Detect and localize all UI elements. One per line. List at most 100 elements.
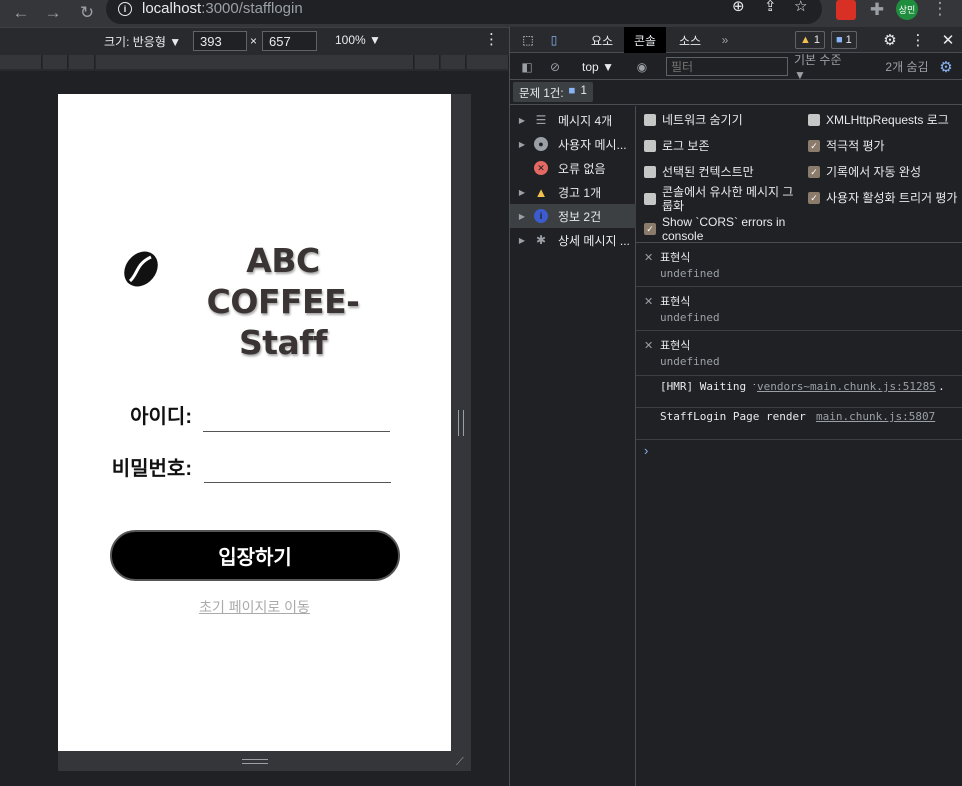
log-level-select[interactable]: 기본 수준 ▼	[794, 53, 856, 82]
clear-console-icon[interactable]: ⊘	[546, 53, 564, 80]
sidebar-item-warnings[interactable]: ▶ ▲ 경고 1개	[510, 180, 636, 204]
expression-label[interactable]: 표현식	[660, 337, 690, 353]
option-eager-eval[interactable]: ✓ 적극적 평가	[808, 139, 962, 153]
remove-expression-icon[interactable]: ✕	[644, 295, 653, 308]
live-expression[interactable]: ✕ 표현식 undefined	[636, 287, 962, 331]
checkbox[interactable]	[644, 193, 656, 205]
issues-button[interactable]: 문제 1건: ■ 1	[513, 82, 593, 102]
expression-label[interactable]: 표현식	[660, 249, 690, 265]
width-input[interactable]: 393	[193, 31, 247, 51]
sidebar-item-user-messages[interactable]: ▶ ● 사용자 메시...	[510, 132, 636, 156]
url-text[interactable]: localhost:3000/stafflogin	[142, 0, 303, 17]
corner-resize-icon[interactable]: ⟋	[456, 756, 464, 769]
sidebar-item-label: 정보 2건	[558, 209, 602, 224]
live-expression[interactable]: ✕ 표현식 undefined	[636, 331, 962, 376]
bookmark-star-icon[interactable]: ☆	[794, 0, 807, 15]
sidebar-item-label: 상세 메시지 ...	[558, 233, 630, 248]
resize-handle-bottom-icon[interactable]	[242, 759, 268, 764]
address-bar[interactable]: i localhost:3000/stafflogin ⊕ ⇪ ☆	[106, 0, 822, 24]
option-hide-network[interactable]: 네트워크 숨기기	[644, 113, 804, 127]
tab-console[interactable]: 콘솔	[624, 27, 666, 53]
inspect-element-icon[interactable]: ⬚	[518, 27, 538, 53]
more-tabs-icon[interactable]: »	[714, 27, 736, 53]
context-select[interactable]: top ▼	[578, 53, 618, 80]
checkbox-checked[interactable]: ✓	[808, 166, 820, 178]
kebab-menu-icon[interactable]: ⋮	[929, 0, 951, 20]
hidden-count: 2개 숨김	[885, 60, 929, 74]
option-selected-context[interactable]: 선택된 컨텍스트만	[644, 165, 804, 179]
share-icon[interactable]: ⇪	[764, 0, 777, 15]
filter-input[interactable]	[666, 57, 788, 76]
error-icon: ✕	[534, 161, 548, 175]
sidebar-item-info[interactable]: ▶ i 정보 2건	[510, 204, 636, 228]
profile-avatar[interactable]: 상민	[896, 0, 918, 20]
checkbox[interactable]	[644, 166, 656, 178]
live-expression-eye-icon[interactable]: ◉	[632, 53, 652, 80]
puzzle-extensions-icon[interactable]: ✚	[866, 0, 888, 21]
checkbox-checked[interactable]: ✓	[808, 192, 820, 204]
sidebar-item-label: 오류 없음	[558, 161, 606, 176]
checkbox[interactable]	[644, 140, 656, 152]
tab-elements[interactable]: 요소	[584, 27, 620, 53]
checkbox[interactable]	[808, 114, 820, 126]
info-badge[interactable]: ■ 1	[831, 31, 857, 49]
device-more-icon[interactable]: ⋮	[484, 30, 499, 48]
height-input[interactable]: 657	[262, 31, 317, 51]
resize-rail-bottom[interactable]: ⟋	[58, 751, 471, 771]
forward-icon[interactable]: →	[42, 2, 64, 24]
resize-rail-right[interactable]	[451, 94, 471, 751]
device-toggle-icon[interactable]: ▯	[544, 27, 564, 53]
id-input[interactable]	[203, 412, 390, 432]
option-user-activation-eval[interactable]: ✓ 사용자 활성화 트리거 평가	[808, 191, 962, 205]
expression-value: undefined	[660, 355, 720, 368]
option-preserve-log[interactable]: 로그 보존	[644, 139, 804, 153]
extension-icon[interactable]	[836, 0, 856, 20]
console-prompt[interactable]: ›	[644, 443, 648, 458]
live-expression[interactable]: ✕ 표현식 undefined	[636, 243, 962, 287]
expression-value: undefined	[660, 311, 720, 324]
back-icon[interactable]: ←	[10, 2, 32, 24]
checkbox-checked[interactable]: ✓	[808, 140, 820, 152]
expression-label[interactable]: 표현식	[660, 293, 690, 309]
option-label: Show `CORS` errors in console	[662, 215, 786, 243]
console-sidebar: ▶ ☰ 메시지 4개 ▶ ● 사용자 메시... ✕ 오류 없음 ▶ ▲ 경고 …	[510, 106, 636, 786]
zoom-icon[interactable]: ⊕	[732, 0, 745, 15]
sidebar-toggle-icon[interactable]: ◧	[518, 53, 536, 80]
option-autocomplete-history[interactable]: ✓ 기록에서 자동 완성	[808, 165, 962, 179]
resize-handle-icon[interactable]	[458, 410, 464, 436]
option-group-similar[interactable]: 콘솔에서 유사한 메시지 그룹화	[644, 185, 804, 213]
close-devtools-icon[interactable]: ✕	[938, 27, 958, 53]
user-icon: ●	[534, 137, 548, 151]
devtools-tabbar: ⬚ ▯ 요소 콘솔 소스 » ▲ 1 ■ 1 ⚙ ⋮ ✕	[510, 27, 962, 53]
console-toolbar: ◧ ⊘ top ▼ ◉ 기본 수준 ▼ 2개 숨김 ⚙	[510, 53, 962, 82]
warning-count: 1	[813, 34, 821, 46]
site-info-icon[interactable]: i	[118, 2, 132, 16]
sidebar-item-messages[interactable]: ▶ ☰ 메시지 4개	[510, 108, 636, 132]
sidebar-item-errors[interactable]: ✕ 오류 없음	[510, 156, 636, 180]
sidebar-item-verbose[interactable]: ▶ ✱ 상세 메시지 ...	[510, 228, 636, 252]
tab-sources[interactable]: 소스	[672, 27, 708, 53]
coffee-bean-icon	[124, 251, 158, 287]
option-cors-errors[interactable]: ✓ Show `CORS` errors in console	[644, 215, 804, 243]
option-log-xhr[interactable]: XMLHttpRequests 로그	[808, 113, 962, 127]
console-settings-icon[interactable]: ⚙	[936, 53, 956, 80]
home-link[interactable]: 초기 페이지로 이동	[58, 597, 451, 617]
password-input[interactable]	[204, 463, 391, 483]
option-label: 로그 보존	[662, 139, 710, 153]
login-button[interactable]: 입장하기	[110, 530, 400, 581]
info-icon: i	[534, 209, 548, 223]
settings-gear-icon[interactable]: ⚙	[880, 27, 900, 53]
password-label: 비밀번호:	[111, 458, 192, 480]
brand-title-line1: ABC COFFEE-	[206, 241, 360, 321]
checkbox-checked[interactable]: ✓	[644, 223, 656, 235]
devtools-menu-icon[interactable]: ⋮	[908, 27, 928, 53]
zoom-select[interactable]: 100% ▼	[335, 33, 381, 47]
dimension-select[interactable]: 크기: 반응형 ▼	[104, 33, 181, 50]
remove-expression-icon[interactable]: ✕	[644, 339, 653, 352]
checkbox[interactable]	[644, 114, 656, 126]
message-source-link[interactable]: main.chunk.js:5807	[814, 410, 936, 423]
message-source-link[interactable]: vendors~main.chunk.js:51285	[755, 380, 936, 393]
reload-icon[interactable]: ↻	[76, 2, 98, 24]
remove-expression-icon[interactable]: ✕	[644, 251, 653, 264]
warning-badge[interactable]: ▲ 1	[795, 31, 826, 49]
